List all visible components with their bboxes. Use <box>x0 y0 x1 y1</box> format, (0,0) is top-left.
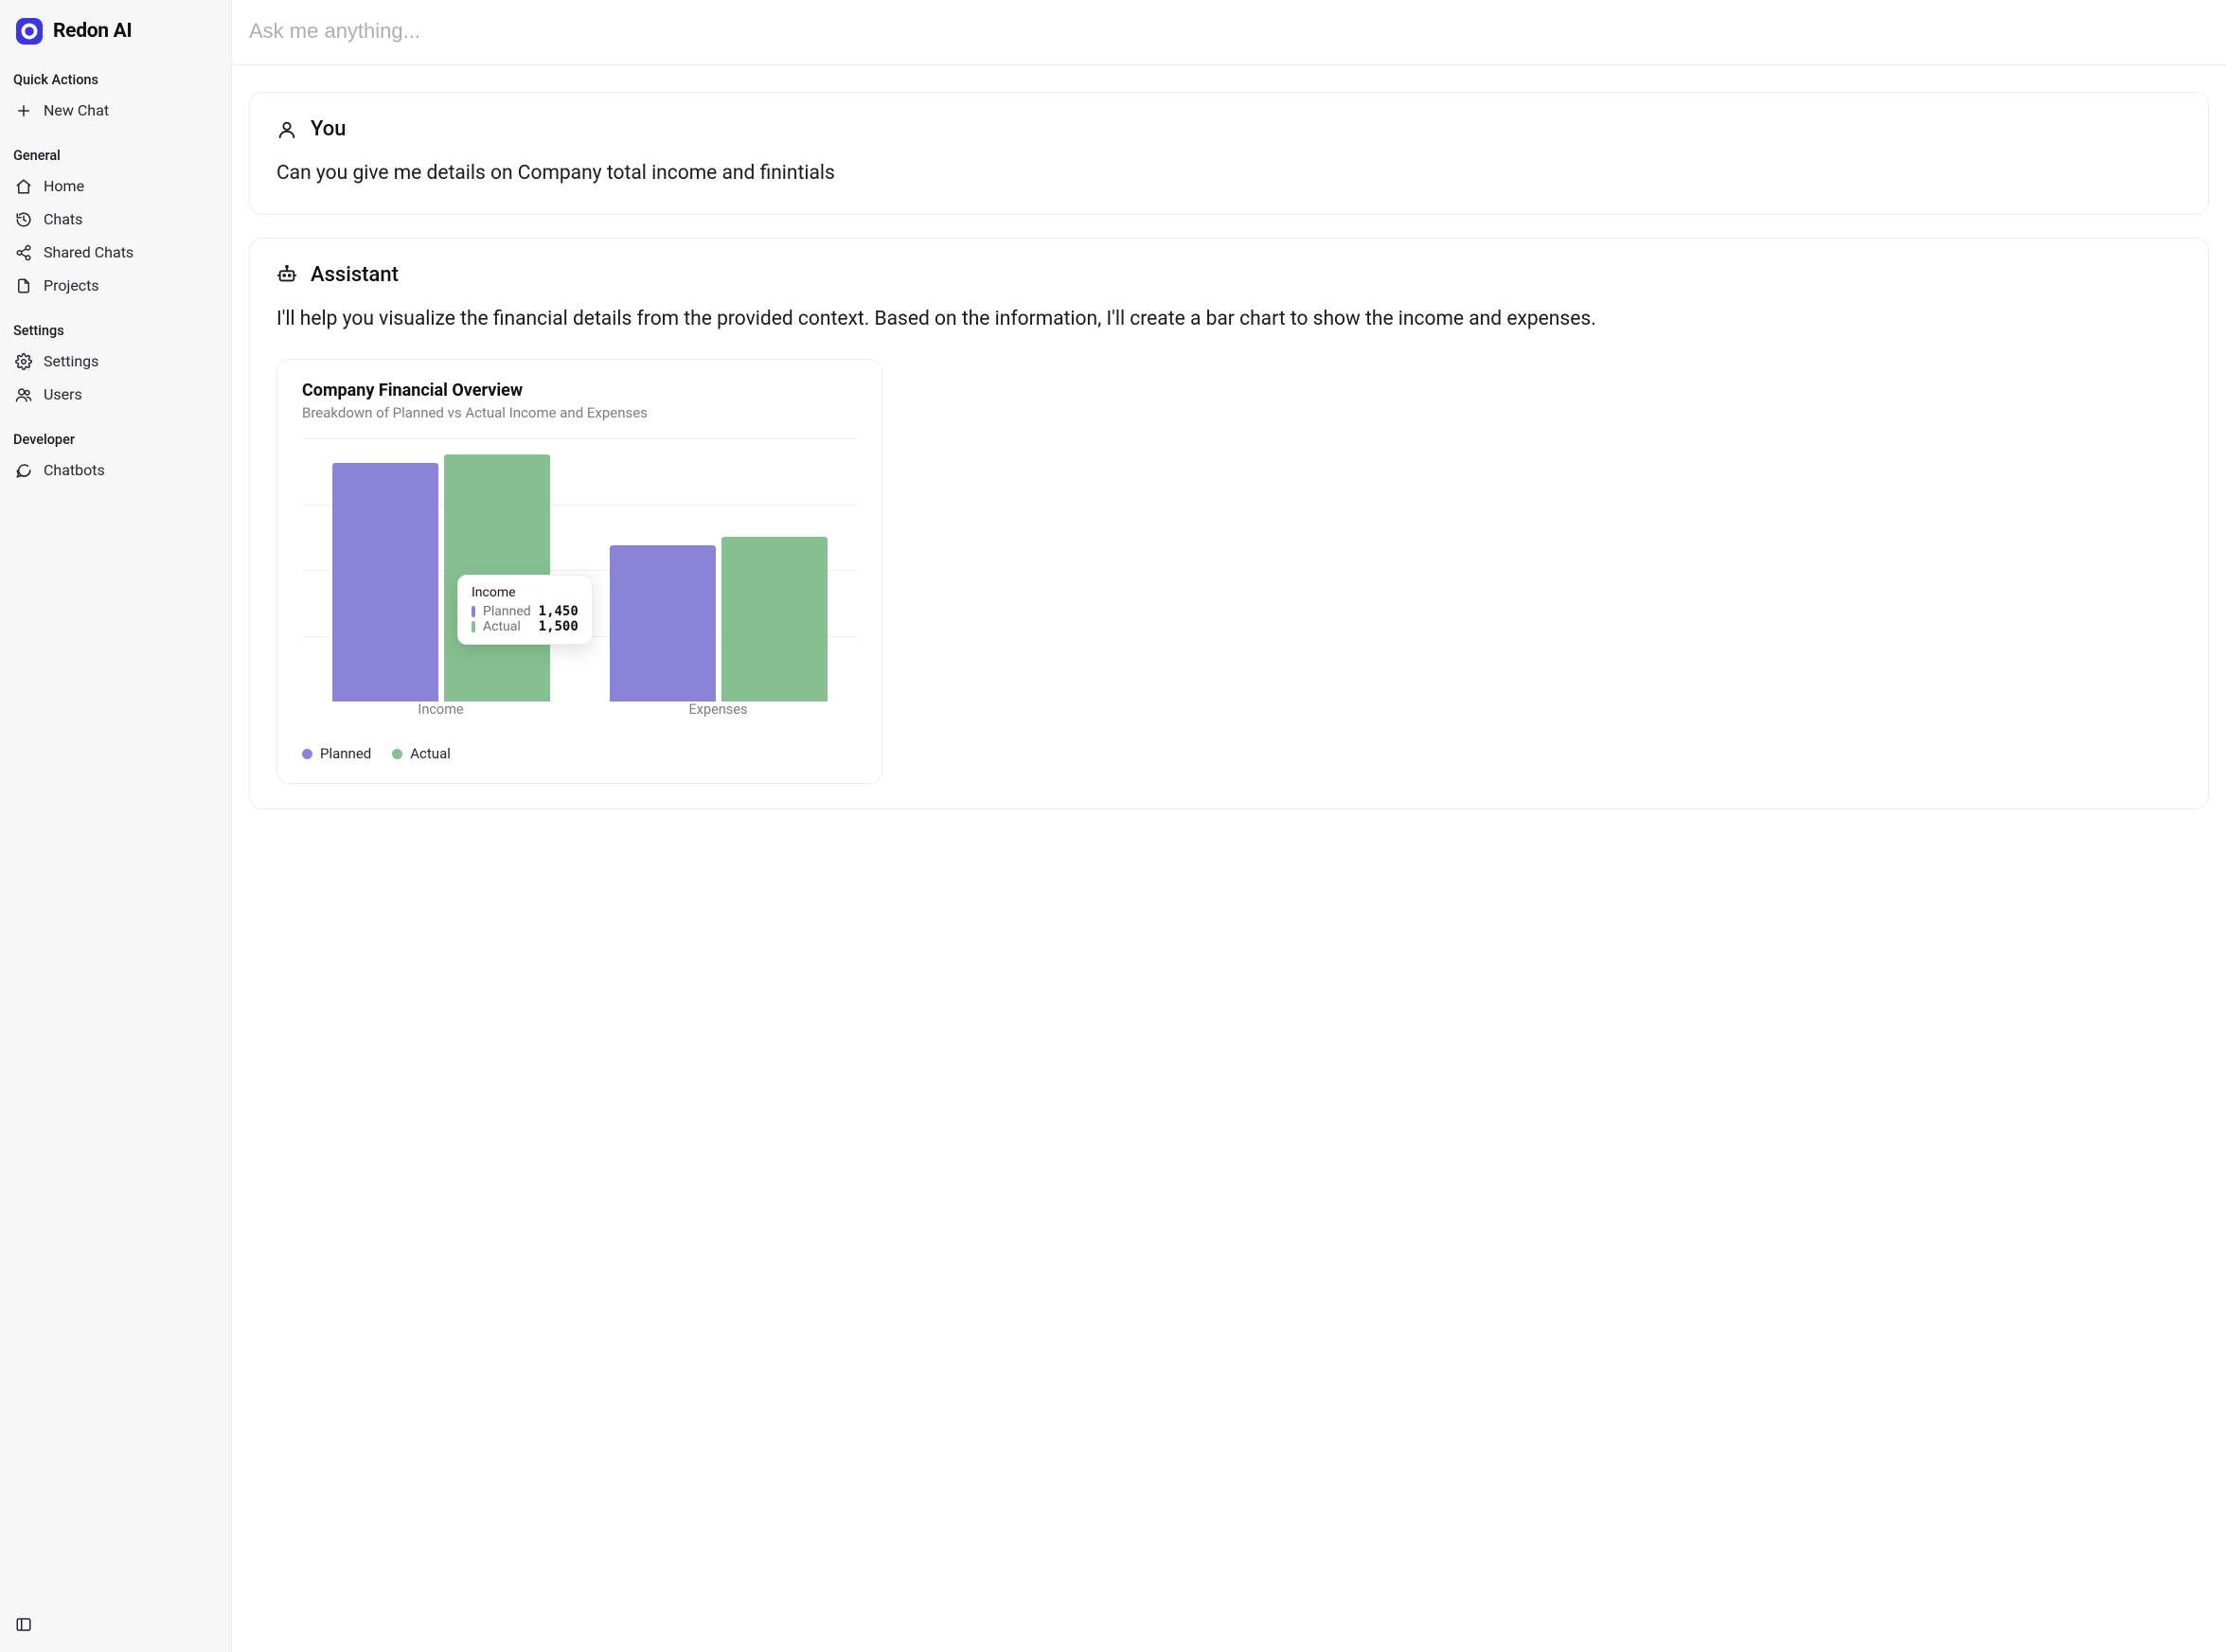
nav-label: Chats <box>44 210 82 228</box>
ask-input[interactable] <box>249 19 2209 44</box>
chart-title: Company Financial Overview <box>302 381 857 400</box>
assistant-label: Assistant <box>311 263 399 287</box>
nav-settings[interactable]: Settings <box>9 345 222 378</box>
settings-section-label: Settings <box>9 313 222 345</box>
sidebar: Redon AI Quick Actions New Chat General … <box>0 0 232 1652</box>
chart-group <box>579 438 857 702</box>
tooltip-series-name: Planned <box>483 604 531 619</box>
nav-label: Chatbots <box>44 461 105 479</box>
assistant-message-text: I'll help you visualize the financial de… <box>276 304 2181 335</box>
share-icon <box>15 244 32 261</box>
chat-icon <box>15 462 32 479</box>
new-chat-button[interactable]: New Chat <box>9 94 222 127</box>
brand: Redon AI <box>9 13 222 62</box>
nav-label: Settings <box>44 352 98 370</box>
chart-bar[interactable] <box>610 545 716 702</box>
legend-label: Planned <box>320 745 371 762</box>
legend-label: Actual <box>410 745 451 762</box>
x-axis-label: Income <box>302 702 579 722</box>
nav-label: Home <box>44 177 84 195</box>
tooltip-dot-icon <box>472 621 475 632</box>
nav-label: Users <box>44 385 82 403</box>
tooltip-row: Actual 1,500 <box>472 619 579 634</box>
developer-label: Developer <box>9 422 222 453</box>
nav-home[interactable]: Home <box>9 169 222 203</box>
legend-item-planned[interactable]: Planned <box>302 745 371 762</box>
chart-bar[interactable] <box>721 537 828 702</box>
brand-logo-icon <box>15 17 44 45</box>
nav-label: New Chat <box>44 101 109 119</box>
brand-name: Redon AI <box>53 20 132 43</box>
chart-card: Company Financial Overview Breakdown of … <box>276 359 882 784</box>
chart-bar[interactable] <box>332 463 438 702</box>
bot-icon <box>276 264 297 285</box>
nav-projects[interactable]: Projects <box>9 269 222 302</box>
tooltip-value: 1,450 <box>539 604 579 619</box>
gear-icon <box>15 353 32 370</box>
chart-subtitle: Breakdown of Planned vs Actual Income an… <box>302 404 857 421</box>
chart-plot: IncomeExpenses Income Planned 1,450 Actu… <box>302 438 857 722</box>
nav-label: Projects <box>44 276 99 294</box>
tooltip-series-name: Actual <box>483 619 531 634</box>
chart-x-labels: IncomeExpenses <box>302 702 857 722</box>
users-icon <box>15 386 32 403</box>
history-icon <box>15 211 32 228</box>
ask-bar <box>232 0 2226 65</box>
general-label: General <box>9 138 222 169</box>
user-icon <box>276 119 297 140</box>
main: You Can you give me details on Company t… <box>232 0 2226 1652</box>
legend-item-actual[interactable]: Actual <box>392 745 451 762</box>
assistant-message: Assistant I'll help you visualize the fi… <box>249 238 2209 810</box>
file-icon <box>15 277 32 294</box>
user-label: You <box>311 117 346 141</box>
chart-legend: Planned Actual <box>302 745 857 762</box>
tooltip-category: Income <box>472 585 579 600</box>
plus-icon <box>15 102 32 119</box>
chart-groups <box>302 438 857 702</box>
toggle-sidebar-button[interactable] <box>11 1612 36 1637</box>
legend-swatch-icon <box>392 749 402 759</box>
legend-swatch-icon <box>302 749 312 759</box>
nav-chats[interactable]: Chats <box>9 203 222 236</box>
panel-left-icon <box>15 1616 32 1633</box>
nav-chatbots[interactable]: Chatbots <box>9 453 222 487</box>
tooltip-value: 1,500 <box>539 619 579 634</box>
user-message: You Can you give me details on Company t… <box>249 92 2209 215</box>
nav-label: Shared Chats <box>44 243 134 261</box>
nav-users[interactable]: Users <box>9 378 222 411</box>
x-axis-label: Expenses <box>579 702 857 722</box>
tooltip-row: Planned 1,450 <box>472 604 579 619</box>
user-message-text: Can you give me details on Company total… <box>276 158 2181 189</box>
nav-shared-chats[interactable]: Shared Chats <box>9 236 222 269</box>
quick-actions-label: Quick Actions <box>9 62 222 94</box>
thread: You Can you give me details on Company t… <box>232 65 2226 889</box>
home-icon <box>15 178 32 195</box>
tooltip-dot-icon <box>472 606 475 617</box>
chart-tooltip: Income Planned 1,450 Actual 1,500 <box>457 575 593 645</box>
chart-group <box>302 438 579 702</box>
